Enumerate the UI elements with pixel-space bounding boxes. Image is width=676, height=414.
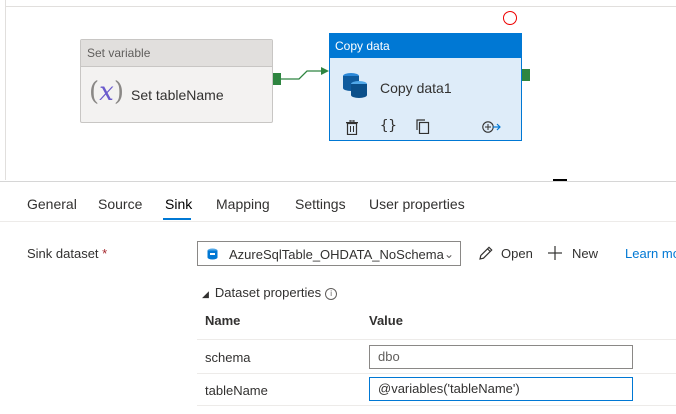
column-header-name: Name	[205, 313, 241, 328]
sql-table-icon	[207, 248, 218, 260]
success-output-port[interactable]	[522, 69, 530, 81]
edit-icon[interactable]	[477, 245, 494, 262]
learn-more-link[interactable]: Learn mo	[625, 246, 676, 261]
sink-dataset-value: AzureSqlTable_OHDATA_NoSchema	[229, 247, 444, 262]
table-row-border	[197, 405, 676, 406]
column-header-value: Value	[369, 313, 403, 328]
activity-name: Set tableName	[131, 87, 224, 103]
dataset-properties-toggle[interactable]: ◢ Dataset properties i	[202, 285, 338, 300]
activity-connector[interactable]	[281, 67, 331, 83]
panel-divider	[0, 181, 676, 182]
tab-settings[interactable]: Settings	[295, 196, 346, 212]
tab-source[interactable]: Source	[98, 196, 142, 212]
set-variable-activity[interactable]: Set variable (x) Set tableName	[80, 39, 273, 123]
info-icon[interactable]: i	[325, 288, 338, 300]
properties-tabs: General Source Sink Mapping Settings Use…	[0, 190, 676, 220]
pipeline-canvas[interactable]: Set variable (x) Set tableName Copy data…	[0, 0, 676, 180]
canvas-left-border	[5, 0, 6, 180]
tab-mapping[interactable]: Mapping	[216, 196, 270, 212]
activity-name: Copy data1	[380, 80, 452, 96]
sink-dataset-dropdown[interactable]: AzureSqlTable_OHDATA_NoSchema ⌄	[197, 241, 461, 266]
tab-user-properties[interactable]: User properties	[369, 196, 465, 212]
activity-toolbar: {}	[342, 118, 512, 138]
clone-icon[interactable]	[416, 119, 430, 134]
activity-type-header: Copy data	[330, 34, 521, 58]
variable-icon: (x)	[89, 77, 124, 107]
active-tab-indicator	[163, 218, 191, 220]
collapse-triangle-icon: ◢	[202, 289, 209, 299]
validation-error-indicator[interactable]	[503, 11, 517, 25]
canvas-top-border	[5, 6, 676, 7]
table-header-border	[197, 339, 676, 340]
plus-icon[interactable]	[548, 246, 562, 260]
tab-general[interactable]: General	[27, 196, 77, 212]
chevron-down-icon: ⌄	[443, 247, 454, 261]
code-icon[interactable]: {}	[380, 118, 397, 134]
activity-type-header: Set variable	[81, 40, 272, 67]
required-marker: *	[102, 246, 108, 261]
tab-sink[interactable]: Sink	[165, 196, 192, 212]
table-row-name: schema	[205, 350, 251, 365]
success-output-port[interactable]	[273, 73, 281, 85]
copy-data-icon	[343, 73, 367, 98]
tabs-divider	[0, 221, 676, 222]
add-output-icon[interactable]	[482, 121, 502, 133]
table-row-border	[197, 373, 676, 374]
copy-data-activity[interactable]: Copy data Copy data1 {}	[329, 33, 522, 141]
tablename-value-input[interactable]: @variables('tableName')	[369, 377, 633, 401]
schema-value-input[interactable]: dbo	[369, 345, 633, 369]
delete-icon[interactable]	[346, 120, 358, 135]
sink-dataset-label: Sink dataset *	[27, 246, 108, 261]
open-dataset-button[interactable]: Open	[501, 246, 533, 261]
new-dataset-button[interactable]: New	[572, 246, 598, 261]
table-row-name: tableName	[205, 383, 268, 398]
